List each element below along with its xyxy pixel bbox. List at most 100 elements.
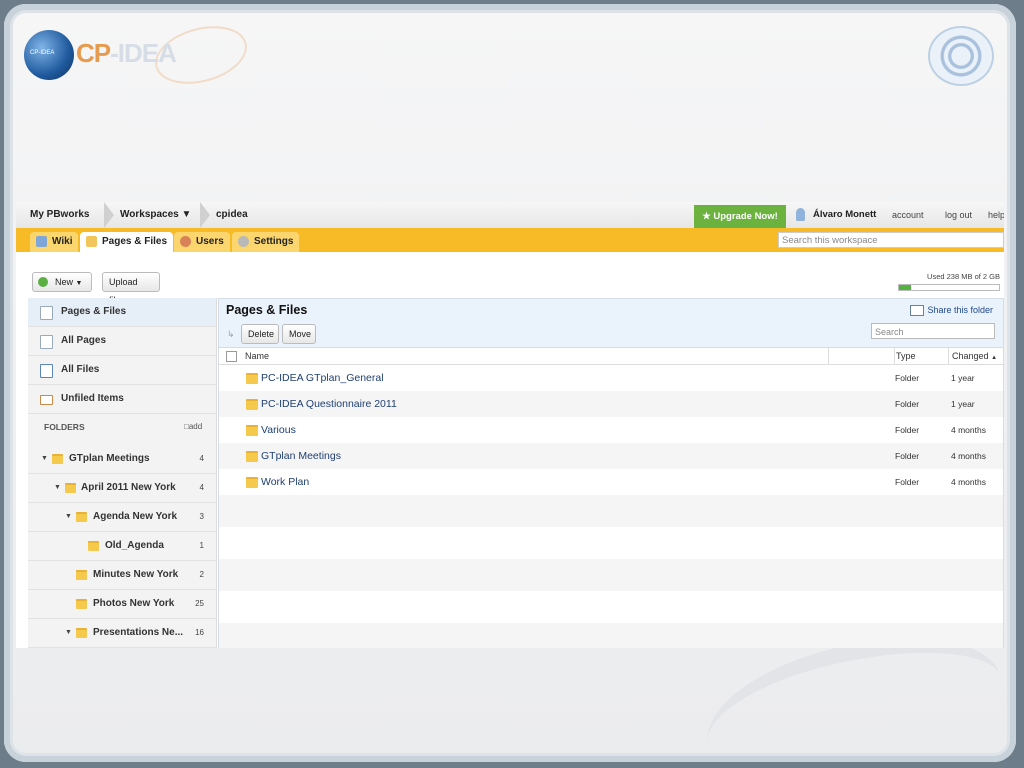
empty-row [219, 591, 1003, 623]
account-link[interactable]: account [892, 202, 924, 228]
expand-icon: ▼ [65, 513, 72, 520]
table-row[interactable]: GTplan Meetings Folder 4 months [219, 443, 1003, 469]
tab-users[interactable]: Users [174, 232, 230, 252]
table-row[interactable]: Various Folder 4 months [219, 417, 1003, 443]
logo-text: CP-IDEA [76, 38, 177, 69]
tab-wiki[interactable]: Wiki [30, 232, 79, 252]
cp-idea-logo: CP-IDEA CP-IDEA [24, 16, 254, 94]
top-bar: My PBworks Workspaces ▼ cpidea ★ Upgrade… [16, 202, 1004, 228]
row-name[interactable]: Work Plan [261, 469, 309, 495]
folder-item[interactable]: Photos New York 25 [28, 589, 216, 619]
delete-button[interactable]: Delete [241, 324, 279, 344]
logo-small-text: CP-IDEA [30, 50, 55, 56]
folder-count: 3 [199, 512, 204, 521]
folder-icon [65, 483, 76, 493]
column-changed[interactable]: Changed ▲ [952, 348, 997, 366]
breadcrumb-separator-icon [200, 202, 210, 228]
wiki-icon [36, 236, 47, 247]
upload-files-button[interactable]: Upload files [102, 272, 160, 305]
folder-label: Photos New York [93, 598, 175, 609]
sidebar: Pages & Files All Pages All Files Unfile… [28, 298, 217, 648]
file-icon [40, 364, 53, 378]
folder-icon [246, 399, 258, 410]
add-folder-link[interactable]: □add [184, 422, 202, 431]
new-button[interactable]: New ▼ [32, 272, 92, 292]
storage-usage-fill [899, 285, 911, 290]
folder-label: Agenda New York [93, 511, 178, 522]
folder-item[interactable]: Minutes New York 2 [28, 560, 216, 590]
row-name[interactable]: GTplan Meetings [261, 443, 341, 469]
row-name[interactable]: PC-IDEA GTplan_General [261, 365, 384, 391]
column-changed-label: Changed [952, 351, 989, 361]
folder-item[interactable]: ▼ Presentations Ne... 16 [28, 618, 216, 648]
sidebar-item-all-files[interactable]: All Files [28, 356, 216, 385]
sidebar-item-label: All Pages [61, 335, 107, 346]
select-all-checkbox[interactable] [226, 351, 237, 362]
sidebar-item-pages-files[interactable]: Pages & Files [28, 298, 216, 327]
logout-link[interactable]: log out [945, 202, 972, 228]
un-emblem-icon [928, 26, 994, 86]
chevron-down-icon: ▼ [75, 280, 83, 287]
upgrade-button[interactable]: ★ Upgrade Now! [694, 205, 786, 228]
storage-usage-bar [898, 284, 1000, 291]
breadcrumb-workspaces[interactable]: Workspaces ▼ [120, 202, 191, 228]
table-row[interactable]: PC-IDEA Questionnaire 2011 Folder 1 year [219, 391, 1003, 417]
folder-item[interactable]: ▼ GTplan Meetings 4 [28, 444, 216, 474]
user-icon [796, 208, 805, 221]
folder-icon [76, 599, 87, 609]
sort-asc-icon: ▲ [991, 355, 998, 361]
empty-row [219, 623, 1003, 648]
row-name[interactable]: PC-IDEA Questionnaire 2011 [261, 391, 397, 417]
folder-icon [246, 477, 258, 488]
sidebar-item-all-pages[interactable]: All Pages [28, 327, 216, 356]
breadcrumb-my-pbworks[interactable]: My PBworks [30, 202, 89, 228]
row-changed: 4 months [951, 425, 986, 435]
storage-usage-text: Used 238 MB of 2 GB [927, 272, 1000, 281]
folder-item[interactable]: ▼ Agenda New York 3 [28, 502, 216, 532]
tab-pages-files-label: Pages & Files [102, 236, 168, 247]
expand-icon: ▼ [41, 455, 48, 462]
row-changed: 4 months [951, 451, 986, 461]
table-header: Name Type Changed ▲ [219, 348, 1003, 365]
upgrade-label: Upgrade Now! [713, 211, 778, 222]
empty-row [219, 495, 1003, 527]
row-changed: 1 year [951, 373, 975, 383]
table-row[interactable]: Work Plan Folder 4 months [219, 469, 1003, 495]
column-divider [894, 348, 895, 364]
folder-item[interactable]: Old_Agenda 1 [28, 531, 216, 561]
folder-icon [246, 451, 258, 462]
pages-icon [86, 236, 97, 247]
column-divider [828, 348, 829, 364]
search-input[interactable]: Search [871, 323, 995, 339]
tab-settings[interactable]: Settings [232, 232, 300, 252]
folder-icon [246, 425, 258, 436]
row-type: Folder [895, 425, 920, 435]
row-changed: 1 year [951, 399, 975, 409]
workspace-search-input[interactable]: Search this workspace [778, 232, 1004, 248]
share-folder-link[interactable]: Share this folder [910, 305, 993, 317]
logo-cp: CP [76, 38, 111, 68]
folder-icon [88, 541, 99, 551]
help-link[interactable]: help [988, 202, 1004, 228]
folder-count: 1 [199, 541, 204, 550]
column-name[interactable]: Name [245, 348, 269, 364]
tab-pages-files[interactable]: Pages & Files [80, 232, 174, 252]
star-icon: ★ [702, 211, 711, 222]
expand-icon: ▼ [65, 629, 72, 636]
sidebar-item-label: Pages & Files [61, 306, 127, 317]
move-button[interactable]: Move [282, 324, 316, 344]
user-name[interactable]: Álvaro Monett [813, 202, 876, 228]
folder-icon [246, 373, 258, 384]
row-name[interactable]: Various [261, 417, 296, 443]
chevron-down-icon: ▼ [181, 209, 192, 220]
page-title: Pages & Files [226, 303, 308, 317]
inbox-icon [40, 395, 53, 405]
folder-count: 4 [199, 454, 204, 463]
empty-row [219, 527, 1003, 559]
breadcrumb-separator-icon [104, 202, 114, 228]
folder-item[interactable]: ▼ April 2011 New York 4 [28, 473, 216, 503]
breadcrumb-cpidea[interactable]: cpidea [216, 202, 248, 228]
sidebar-item-unfiled-items[interactable]: Unfiled Items [28, 385, 216, 414]
column-type[interactable]: Type [896, 348, 916, 364]
table-row[interactable]: PC-IDEA GTplan_General Folder 1 year [219, 365, 1003, 391]
